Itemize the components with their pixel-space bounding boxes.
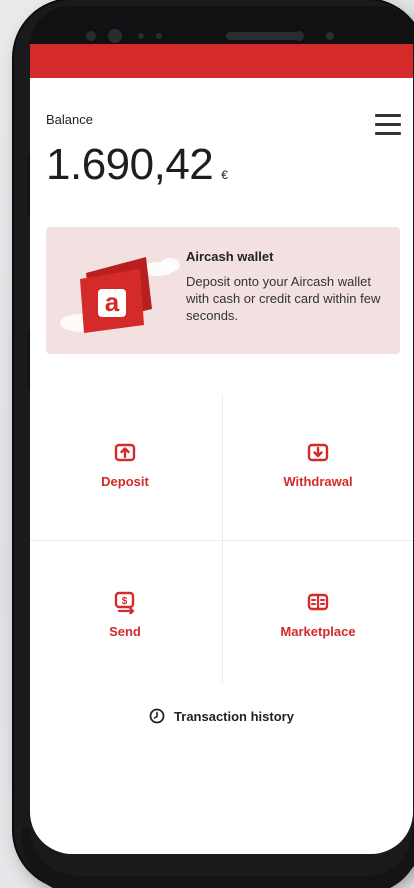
wallet-card-description: Deposit onto your Aircash wallet with ca… — [186, 274, 381, 323]
sensor-dot — [86, 31, 96, 41]
marketplace-icon — [307, 593, 329, 610]
balance-display: 1.690,42 € — [46, 140, 228, 190]
wallet-logo-letter: a — [105, 287, 120, 317]
hamburger-menu-icon[interactable] — [375, 114, 401, 136]
marketplace-button[interactable]: Marketplace — [223, 544, 413, 684]
wallet-card-title: Aircash wallet — [186, 249, 274, 264]
aircash-wallet-card[interactable]: a Aircash wallet Deposit onto your Airca… — [46, 227, 400, 354]
marketplace-label: Marketplace — [280, 623, 356, 639]
withdrawal-label: Withdrawal — [283, 473, 353, 489]
deposit-button[interactable]: Deposit — [30, 394, 220, 534]
send-money-icon: $ — [114, 591, 135, 614]
balance-label: Balance — [46, 112, 93, 127]
withdrawal-icon — [307, 443, 329, 461]
send-button[interactable]: $ Send — [30, 544, 220, 684]
deposit-icon — [114, 443, 136, 461]
front-camera — [294, 31, 304, 41]
clock-icon — [149, 708, 165, 724]
withdrawal-button[interactable]: Withdrawal — [223, 394, 413, 534]
sensor-dot — [138, 33, 144, 39]
deposit-label: Deposit — [101, 473, 149, 489]
send-label: Send — [109, 623, 141, 639]
sensor-dot — [156, 33, 162, 39]
sensor-dot — [108, 29, 122, 43]
sensor-dot — [326, 32, 334, 40]
wallet-illustration-icon: a — [60, 257, 180, 333]
transaction-history-link[interactable]: Transaction history — [30, 708, 413, 724]
transaction-history-label: Transaction history — [174, 708, 294, 724]
action-grid: Deposit Withdrawal $ Send Marketplace — [30, 394, 413, 684]
svg-text:$: $ — [122, 596, 128, 607]
grid-divider — [30, 540, 413, 541]
status-bar — [30, 44, 413, 78]
earpiece-speaker — [226, 32, 304, 40]
balance-amount: 1.690,42 — [46, 140, 214, 189]
currency-symbol: € — [221, 168, 228, 182]
bottom-bezel — [30, 826, 413, 876]
app-screen: Balance 1.690,42 € a Aircash wallet Depo… — [30, 44, 413, 854]
